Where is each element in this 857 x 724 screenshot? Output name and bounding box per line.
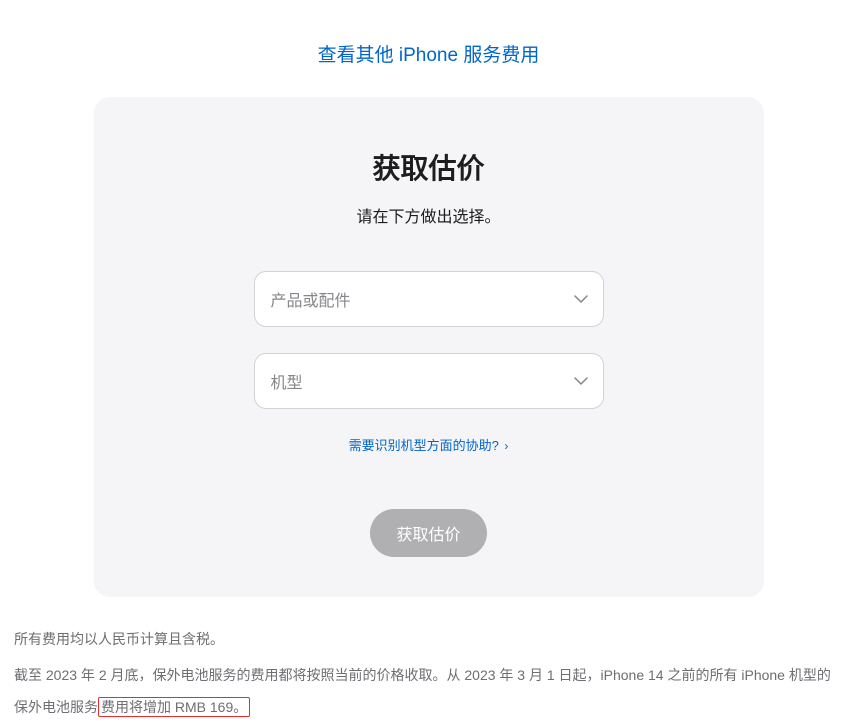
model-select-wrapper: 机型 bbox=[254, 353, 604, 409]
card-title: 获取估价 bbox=[134, 147, 724, 187]
identify-model-help-link[interactable]: 需要识别机型方面的协助? › bbox=[349, 438, 509, 453]
highlighted-price-text: 费用将增加 RMB 169。 bbox=[98, 697, 250, 717]
product-select[interactable]: 产品或配件 bbox=[254, 271, 604, 327]
help-link-text: 需要识别机型方面的协助? bbox=[349, 438, 503, 453]
chevron-right-icon: › bbox=[504, 439, 508, 453]
footer-line-2: 截至 2023 年 2 月底，保外电池服务的费用都将按照当前的价格收取。从 20… bbox=[14, 659, 843, 723]
help-link-wrapper: 需要识别机型方面的协助? › bbox=[134, 435, 724, 455]
card-subtitle: 请在下方做出选择。 bbox=[134, 203, 724, 227]
product-select-wrapper: 产品或配件 bbox=[254, 271, 604, 327]
footer-line-1: 所有费用均以人民币计算且含税。 bbox=[14, 623, 843, 655]
model-select[interactable]: 机型 bbox=[254, 353, 604, 409]
footer-text: 所有费用均以人民币计算且含税。 截至 2023 年 2 月底，保外电池服务的费用… bbox=[0, 597, 857, 724]
top-link-wrapper: 查看其他 iPhone 服务费用 bbox=[0, 0, 857, 97]
estimate-card: 获取估价 请在下方做出选择。 产品或配件 机型 需要识别机型方面的协助? › bbox=[94, 97, 764, 597]
other-iphone-service-link[interactable]: 查看其他 iPhone 服务费用 bbox=[318, 45, 540, 66]
get-estimate-button[interactable]: 获取估价 bbox=[370, 509, 486, 557]
